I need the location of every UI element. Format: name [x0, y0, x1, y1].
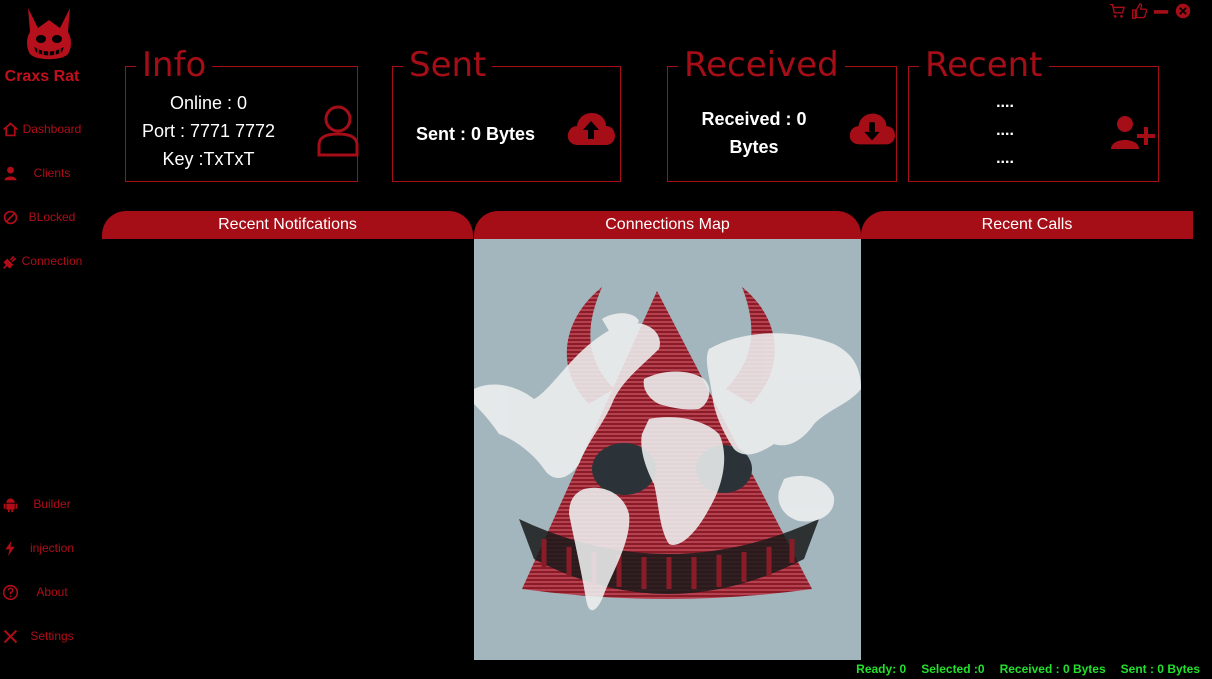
info-card-body: Online : 0 Port : 7771 7772 Key :TxTxT: [126, 67, 291, 181]
cloud-download-icon: [848, 109, 896, 147]
info-card: Info Online : 0 Port : 7771 7772 Key :Tx…: [125, 47, 360, 182]
window-controls: [1108, 2, 1192, 20]
question-icon: [0, 582, 20, 602]
status-sent: Sent : 0 Bytes: [1120, 662, 1200, 676]
app-logo: Craxs Rat: [0, 2, 84, 86]
add-user-icon: [1111, 115, 1155, 149]
minimize-icon[interactable]: [1152, 2, 1170, 20]
recent-entry: ....: [996, 150, 1014, 167]
app-title: Craxs Rat: [4, 68, 80, 85]
bolt-icon: [0, 538, 20, 558]
status-ready: Ready: 0: [856, 662, 907, 676]
recent-entry: ....: [996, 122, 1014, 139]
connections-map[interactable]: [474, 239, 861, 660]
user-icon: [0, 163, 20, 183]
sidebar-item-settings[interactable]: Settings: [0, 625, 84, 647]
user-outline-icon: [316, 105, 360, 157]
tools-icon: [0, 626, 20, 646]
status-bar: Ready: 0 Selected :0 Received : 0 Bytes …: [856, 662, 1200, 676]
home-icon: [0, 119, 20, 139]
status-received: Received : 0 Bytes: [999, 662, 1106, 676]
android-icon: [0, 494, 20, 514]
received-card: Received Received : 0 Bytes: [667, 47, 897, 182]
port-value: Port : 7771 7772: [141, 121, 276, 141]
status-selected: Selected :0: [921, 662, 985, 676]
close-icon[interactable]: [1174, 2, 1192, 20]
sent-card-body: Sent : 0 Bytes: [393, 67, 558, 181]
sent-bytes: Sent : 0 Bytes: [415, 123, 536, 144]
blocked-icon: [0, 207, 20, 227]
sidebar-item-label: Builder: [33, 497, 71, 511]
devil-logo-icon: [27, 8, 71, 60]
sidebar-item-connection[interactable]: Connection: [0, 250, 84, 272]
sidebar-item-label: About: [36, 585, 68, 599]
received-bytes-unit: Bytes: [729, 137, 779, 157]
sent-card: Sent Sent : 0 Bytes: [392, 47, 621, 182]
cloud-upload-icon: [566, 109, 616, 147]
sidebar-item-label: Settings: [30, 629, 74, 643]
plug-icon: [0, 251, 20, 271]
sidebar-item-dashboard[interactable]: Dashboard: [0, 118, 84, 140]
sidebar-item-blocked[interactable]: BLocked: [0, 206, 84, 228]
sidebar-item-label: Clients: [33, 166, 71, 180]
sidebar-item-label: Dashboard: [22, 122, 82, 136]
sidebar-item-about[interactable]: About: [0, 581, 84, 603]
sidebar-item-label: injection: [29, 541, 75, 555]
sidebar-item-label: Connection: [21, 254, 83, 268]
sidebar-item-label: BLocked: [28, 210, 76, 224]
thumbs-up-icon[interactable]: [1130, 2, 1148, 20]
key-value: Key :TxTxT: [162, 149, 255, 169]
cart-icon[interactable]: [1108, 2, 1126, 20]
received-bytes: Received : 0: [701, 109, 807, 129]
recent-card-body: .... .... ....: [909, 67, 1101, 181]
recent-entry: ....: [996, 94, 1014, 111]
connections-map-header[interactable]: Connections Map: [474, 211, 861, 239]
sidebar-item-clients[interactable]: Clients: [0, 162, 84, 184]
sidebar-item-injection[interactable]: injection: [0, 537, 84, 559]
recent-notifications-header[interactable]: Recent Notifcations: [102, 211, 473, 239]
online-count: Online : 0: [169, 93, 248, 113]
sidebar-item-builder[interactable]: Builder: [0, 493, 84, 515]
received-card-body: Received : 0 Bytes: [668, 67, 840, 181]
recent-calls-header[interactable]: Recent Calls: [861, 211, 1193, 239]
recent-card: Recent .... .... ....: [908, 47, 1159, 182]
